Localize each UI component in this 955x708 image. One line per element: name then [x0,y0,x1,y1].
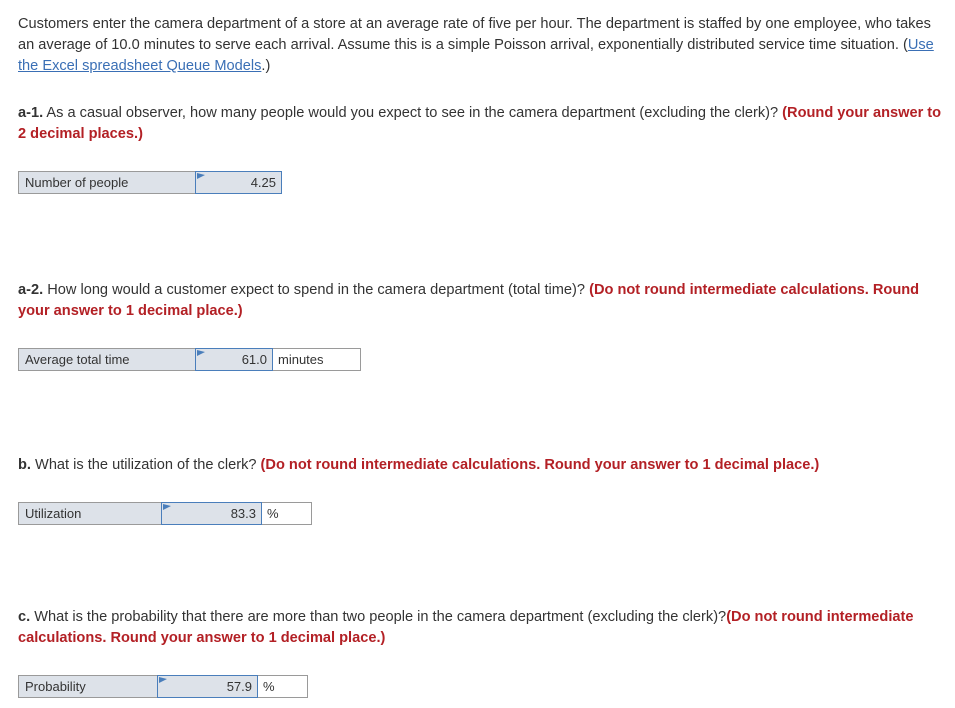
cell-marker-icon [163,504,172,513]
question-c: c. What is the probability that there ar… [18,607,953,649]
cell-marker-icon [159,677,168,686]
cell-marker-icon [197,350,206,359]
answer-a1-value-cell[interactable]: 4.25 [195,171,282,194]
question-c-label: c. [18,609,31,625]
cell-marker-icon [197,173,206,182]
answer-a2-value: 61.0 [241,352,267,367]
answer-a2-row-label: Average total time [18,348,195,371]
problem-statement-tail: .) [261,58,271,74]
question-c-text: What is the probability that there are m… [30,609,727,625]
answer-row-a1: Number of people 4.25 [18,171,937,194]
question-a2-label: a-2. [18,282,44,298]
answer-b-value-cell[interactable]: 83.3 [161,502,262,525]
answer-b-row-label: Utilization [18,502,161,525]
question-a1-label: a-1. [18,105,44,121]
answer-a2-unit: minutes [273,348,361,371]
answer-row-c: Probability 57.9 % [18,675,937,698]
answer-c-value: 57.9 [226,679,252,694]
problem-statement-text: Customers enter the camera department of… [18,16,931,53]
answer-a2-value-cell[interactable]: 61.0 [195,348,273,371]
answer-b-value: 83.3 [230,506,256,521]
answer-a1-row-label: Number of people [18,171,195,194]
answer-c-row-label: Probability [18,675,157,698]
question-page: Customers enter the camera department of… [0,0,955,698]
answer-row-a2: Average total time 61.0 minutes [18,348,937,371]
answer-c-unit: % [258,675,308,698]
answer-c-value-cell[interactable]: 57.9 [157,675,258,698]
question-a1: a-1. As a casual observer, how many peop… [18,103,953,145]
question-b-text: What is the utilization of the clerk? [30,457,261,473]
question-a2-text: How long would a customer expect to spen… [43,282,590,298]
answer-row-b: Utilization 83.3 % [18,502,937,525]
question-b: b. What is the utilization of the clerk?… [18,455,953,476]
question-a1-text: As a casual observer, how many people wo… [43,105,783,121]
problem-statement: Customers enter the camera department of… [18,14,943,77]
question-a2: a-2. How long would a customer expect to… [18,280,953,322]
question-b-note: (Do not round intermediate calculations.… [260,457,820,473]
answer-a1-value: 4.25 [250,175,276,190]
answer-b-unit: % [262,502,312,525]
question-b-label: b. [18,457,31,473]
